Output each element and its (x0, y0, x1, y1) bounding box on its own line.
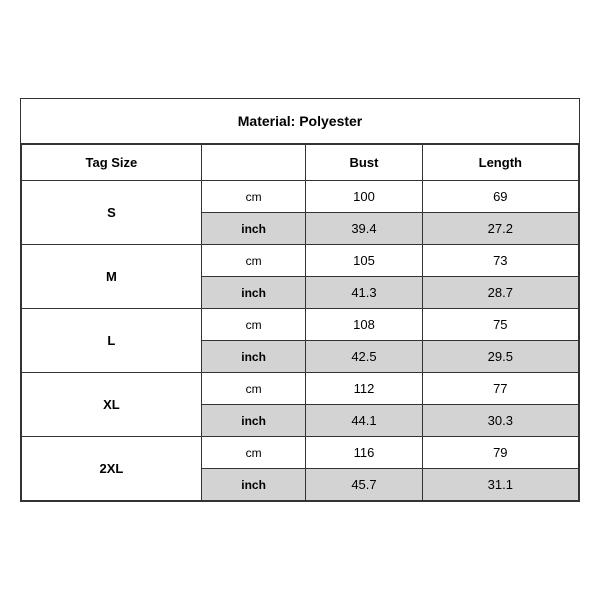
chart-title: Material: Polyester (21, 99, 579, 144)
size-label: 2XL (22, 437, 202, 501)
length-inch: 31.1 (422, 469, 578, 501)
table-row: XLcm11277 (22, 373, 579, 405)
bust-inch: 44.1 (306, 405, 422, 437)
size-label: S (22, 181, 202, 245)
size-chart-container: Material: Polyester Tag Size Bust Length… (20, 98, 580, 502)
table-row: Lcm10875 (22, 309, 579, 341)
bust-cm: 112 (306, 373, 422, 405)
bust-inch: 45.7 (306, 469, 422, 501)
bust-inch: 41.3 (306, 277, 422, 309)
bust-cm: 105 (306, 245, 422, 277)
length-inch: 28.7 (422, 277, 578, 309)
size-label: L (22, 309, 202, 373)
length-cm: 73 (422, 245, 578, 277)
table-header-row: Tag Size Bust Length (22, 145, 579, 181)
header-length: Length (422, 145, 578, 181)
table-row: Scm10069 (22, 181, 579, 213)
length-cm: 77 (422, 373, 578, 405)
header-bust: Bust (306, 145, 422, 181)
unit-cm: cm (201, 373, 306, 405)
length-cm: 69 (422, 181, 578, 213)
unit-inch: inch (201, 405, 306, 437)
length-cm: 79 (422, 437, 578, 469)
size-table: Tag Size Bust Length Scm10069inch39.427.… (21, 144, 579, 501)
length-cm: 75 (422, 309, 578, 341)
header-tag-size: Tag Size (22, 145, 202, 181)
unit-inch: inch (201, 341, 306, 373)
size-label: M (22, 245, 202, 309)
header-unit-col (201, 145, 306, 181)
length-inch: 30.3 (422, 405, 578, 437)
bust-cm: 100 (306, 181, 422, 213)
unit-cm: cm (201, 245, 306, 277)
bust-cm: 108 (306, 309, 422, 341)
bust-cm: 116 (306, 437, 422, 469)
length-inch: 27.2 (422, 213, 578, 245)
bust-inch: 42.5 (306, 341, 422, 373)
table-row: Mcm10573 (22, 245, 579, 277)
size-label: XL (22, 373, 202, 437)
bust-inch: 39.4 (306, 213, 422, 245)
unit-cm: cm (201, 437, 306, 469)
length-inch: 29.5 (422, 341, 578, 373)
unit-inch: inch (201, 277, 306, 309)
unit-inch: inch (201, 213, 306, 245)
unit-cm: cm (201, 181, 306, 213)
table-row: 2XLcm11679 (22, 437, 579, 469)
unit-cm: cm (201, 309, 306, 341)
unit-inch: inch (201, 469, 306, 501)
